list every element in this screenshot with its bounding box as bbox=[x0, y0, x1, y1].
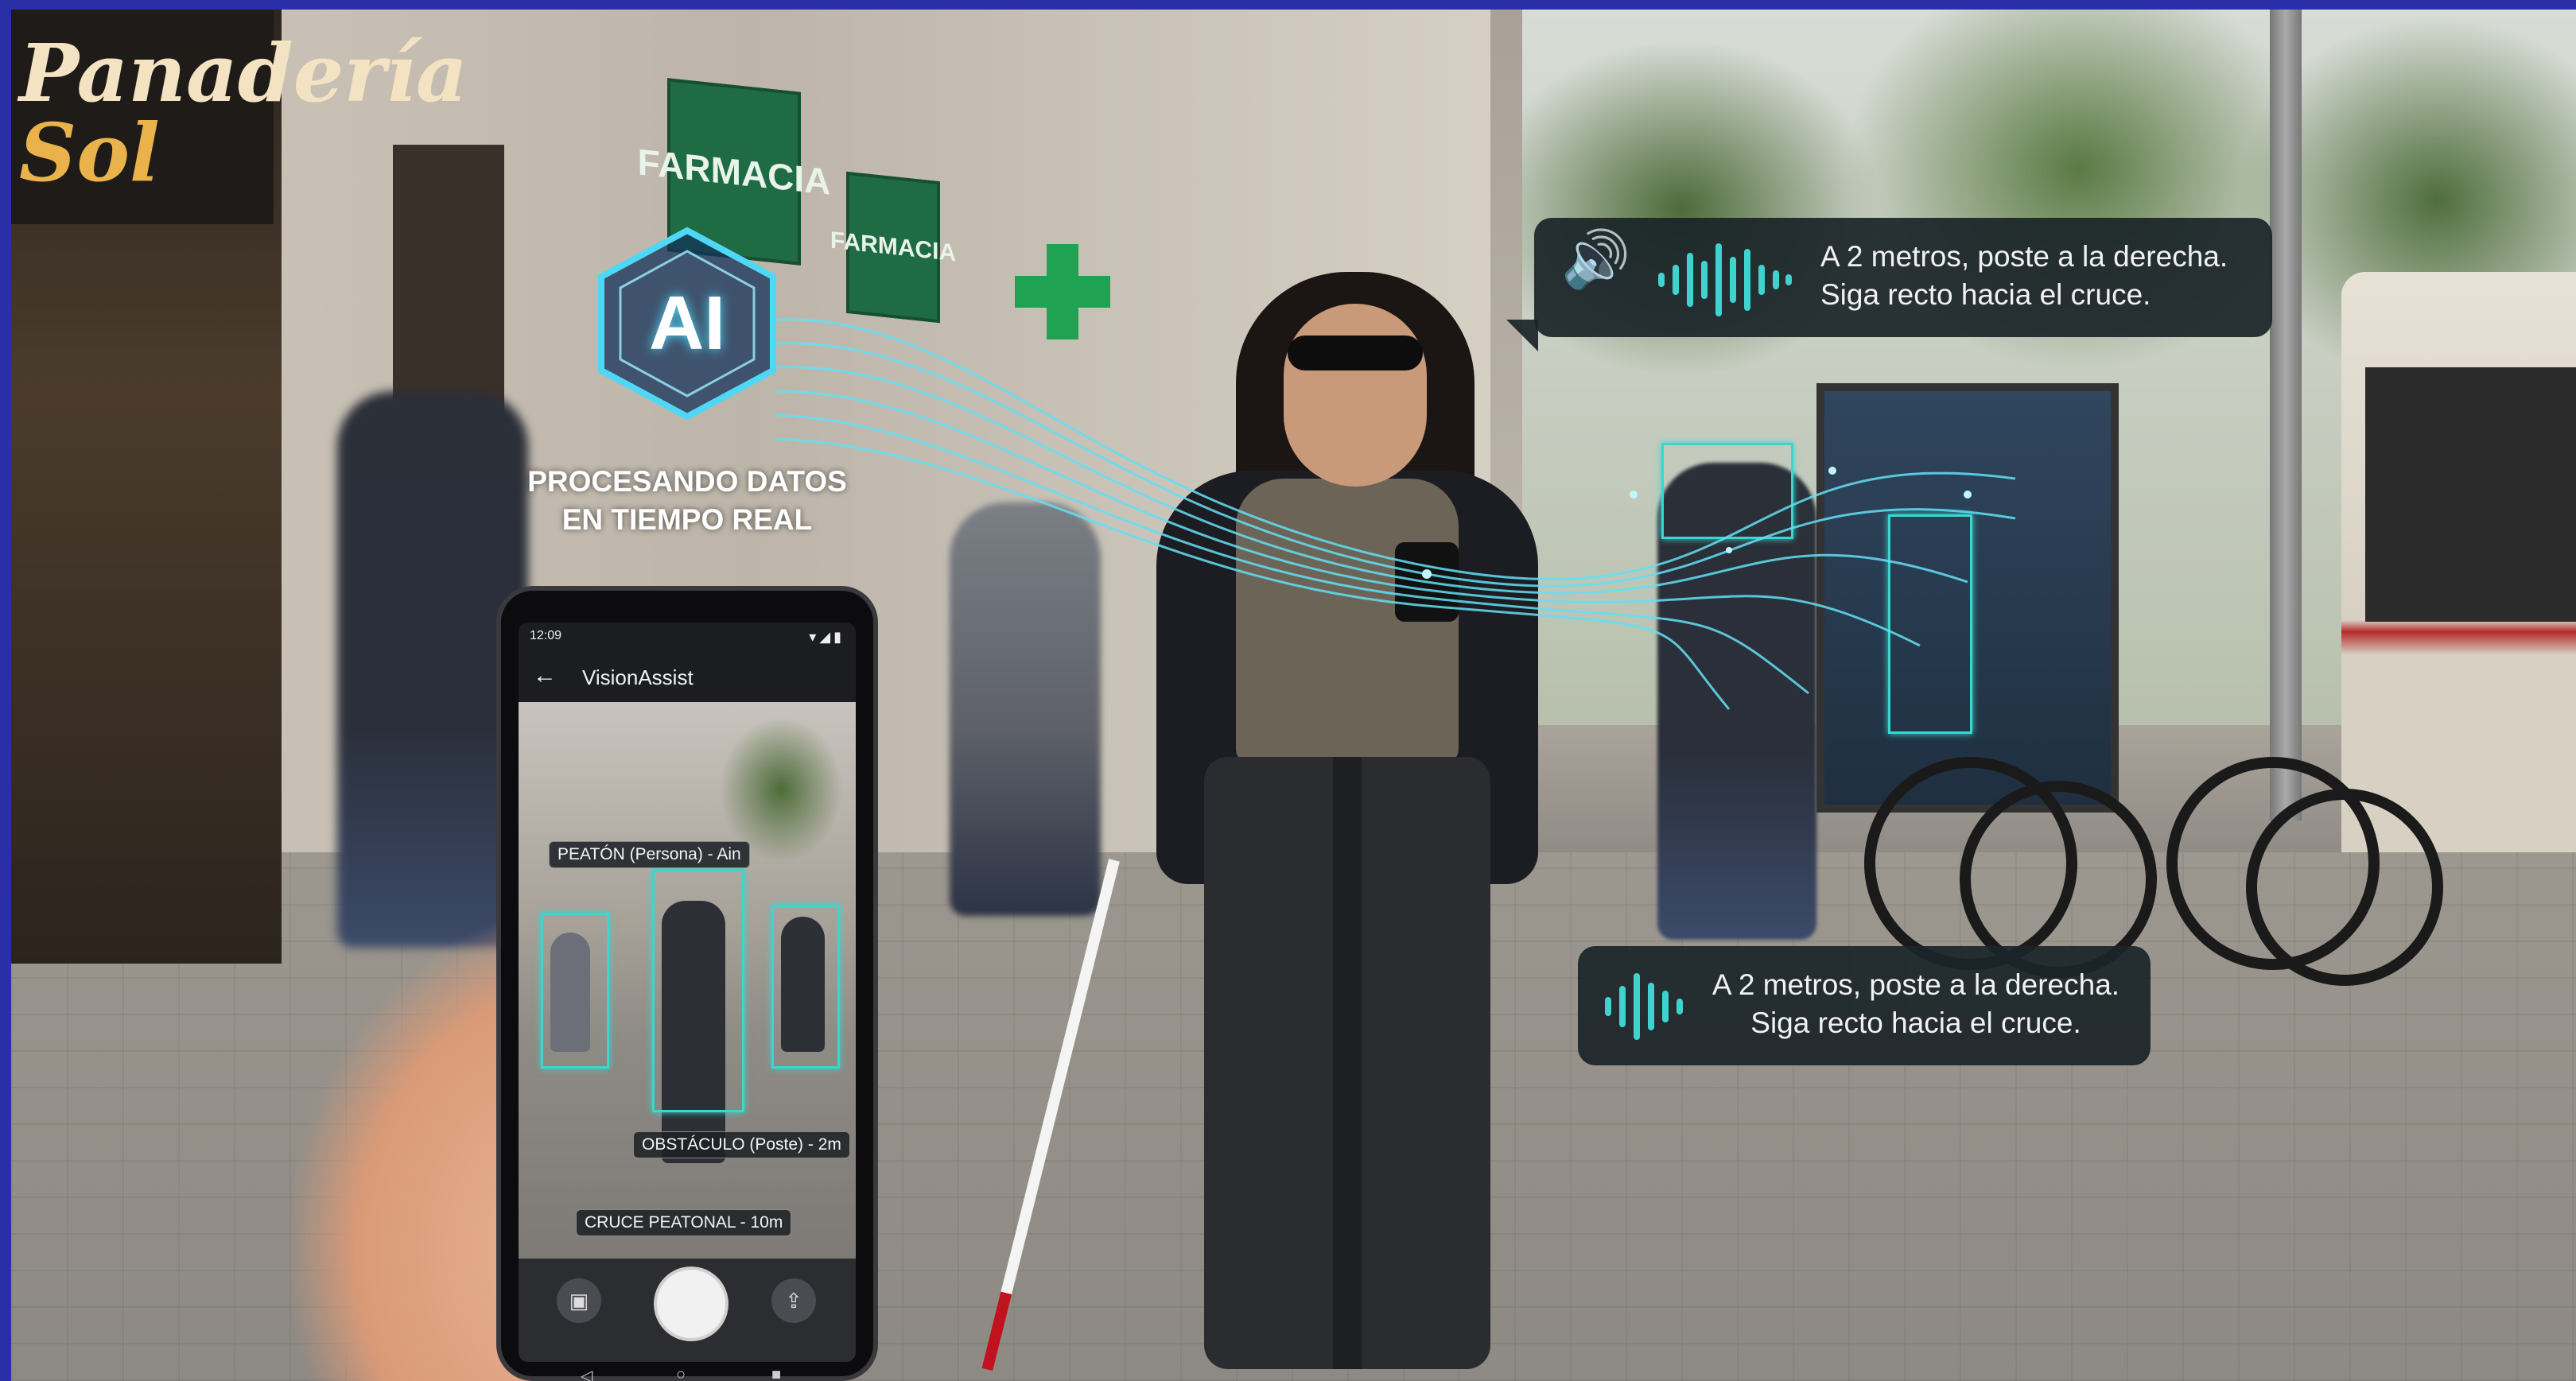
back-arrow-icon[interactable]: ← bbox=[533, 662, 557, 689]
phone-detection-box-left bbox=[541, 913, 609, 1069]
audio-feedback-bubble-top: 🔊 A 2 metros, poste a la derecha. Siga r… bbox=[1534, 218, 2272, 337]
status-icons: ▾◢▮ bbox=[809, 629, 845, 645]
nav-back-button[interactable]: ◁ bbox=[581, 1366, 593, 1381]
sound-wave-icon bbox=[1658, 243, 1792, 316]
app-bar: ← VisionAssist bbox=[519, 654, 856, 699]
speaker-icon: 🔊 bbox=[1561, 228, 1631, 290]
audio-bottom-line2: Siga recto hacia el cruce. bbox=[1750, 1007, 2081, 1039]
audio-feedback-bubble-bottom: A 2 metros, poste a la derecha. Siga rec… bbox=[1578, 946, 2151, 1065]
bakery-sign-sol: Sol bbox=[19, 106, 160, 200]
status-bar: 12:09 ▾◢▮ bbox=[530, 629, 845, 653]
ai-caption-line1: PROCESANDO DATOS bbox=[527, 465, 847, 498]
street-scene: Panadería Sol FARMACIA FARMACIA AI PROCE… bbox=[11, 10, 2576, 1381]
pharmacy-sign-2-text: FARMACIA bbox=[830, 227, 957, 267]
phone-detection-box-right bbox=[771, 905, 840, 1069]
camera-view: PEATÓN (Persona) - Ain OBSTÁCULO (Poste)… bbox=[519, 702, 856, 1259]
phone-screen: 12:09 ▾◢▮ ← VisionAssist PEATÓN (Persona… bbox=[519, 623, 856, 1362]
system-nav-bar: ◁ ○ ■ bbox=[501, 1366, 873, 1381]
woman-jeans bbox=[1204, 757, 1490, 1369]
ai-processing-caption: PROCESANDO DATOS EN TIEMPO REAL bbox=[520, 463, 854, 539]
audio-feedback-text-bottom: A 2 metros, poste a la derecha. Siga rec… bbox=[1697, 966, 2135, 1042]
audio-top-line1: A 2 metros, poste a la derecha. bbox=[1820, 240, 2228, 273]
audio-bottom-line1: A 2 metros, poste a la derecha. bbox=[1712, 968, 2120, 1001]
ai-hexagon-icon: AI bbox=[592, 224, 783, 423]
nav-recent-button[interactable]: ■ bbox=[771, 1366, 781, 1381]
camera-controls: ▣ ⇪ bbox=[519, 1259, 856, 1362]
detection-label-crossing: CRUCE PEATONAL - 10m bbox=[576, 1209, 792, 1236]
bakery-sign: Panadería Sol bbox=[11, 10, 468, 224]
app-title: VisionAssist bbox=[582, 665, 694, 689]
ai-label: AI bbox=[649, 281, 725, 366]
pharmacy-sign-2: FARMACIA bbox=[830, 171, 956, 324]
phone-detection-box-center bbox=[652, 869, 744, 1112]
audio-feedback-text-top: A 2 metros, poste a la derecha. Siga rec… bbox=[1820, 238, 2258, 314]
ai-caption-line2: EN TIEMPO REAL bbox=[561, 503, 813, 536]
data-stream-waves bbox=[775, 318, 2016, 710]
detection-label-obstacle: OBSTÁCULO (Poste) - 2m bbox=[633, 1131, 850, 1158]
status-time: 12:09 bbox=[530, 629, 562, 642]
bus-window bbox=[2365, 367, 2576, 622]
smartphone: 12:09 ▾◢▮ ← VisionAssist PEATÓN (Persona… bbox=[496, 586, 878, 1381]
share-icon[interactable]: ⇪ bbox=[771, 1278, 816, 1323]
gallery-icon[interactable]: ▣ bbox=[557, 1278, 601, 1323]
shutter-button[interactable] bbox=[654, 1267, 729, 1341]
audio-top-line2: Siga recto hacia el cruce. bbox=[1820, 278, 2151, 311]
nav-home-button[interactable]: ○ bbox=[676, 1366, 686, 1381]
bubble-tail bbox=[1506, 320, 1538, 351]
detection-label-pedestrian: PEATÓN (Persona) - Ain bbox=[549, 841, 750, 868]
sound-wave-icon bbox=[1605, 973, 1683, 1040]
